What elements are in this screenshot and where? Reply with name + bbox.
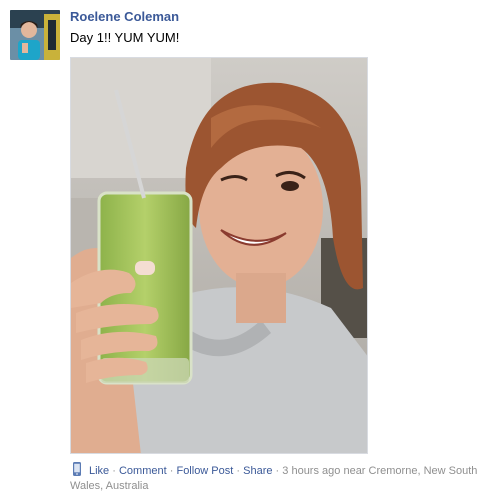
location-prefix: near <box>343 465 366 477</box>
comment-link[interactable]: Comment <box>119 465 167 477</box>
avatar-image <box>10 10 60 60</box>
post-photo[interactable] <box>70 57 368 454</box>
separator: · <box>236 465 241 477</box>
post-timestamp[interactable]: 3 hours ago <box>282 465 340 477</box>
mobile-phone-icon <box>70 462 84 477</box>
separator: · <box>112 465 116 477</box>
post-message: Day 1!! YUM YUM! <box>70 30 180 45</box>
separator: · <box>169 465 174 477</box>
separator: · <box>275 465 280 477</box>
post-footer: Like · Comment · Follow Post · Share · 3… <box>70 462 478 494</box>
selfie-photo <box>71 58 367 453</box>
share-link[interactable]: Share <box>243 465 272 477</box>
author-name[interactable]: Roelene Coleman <box>70 9 179 24</box>
feed-story: Roelene Coleman Day 1!! YUM YUM! Like · … <box>0 0 484 497</box>
follow-post-link[interactable]: Follow Post <box>176 465 233 477</box>
author-avatar[interactable] <box>10 10 60 60</box>
like-link[interactable]: Like <box>89 465 109 477</box>
